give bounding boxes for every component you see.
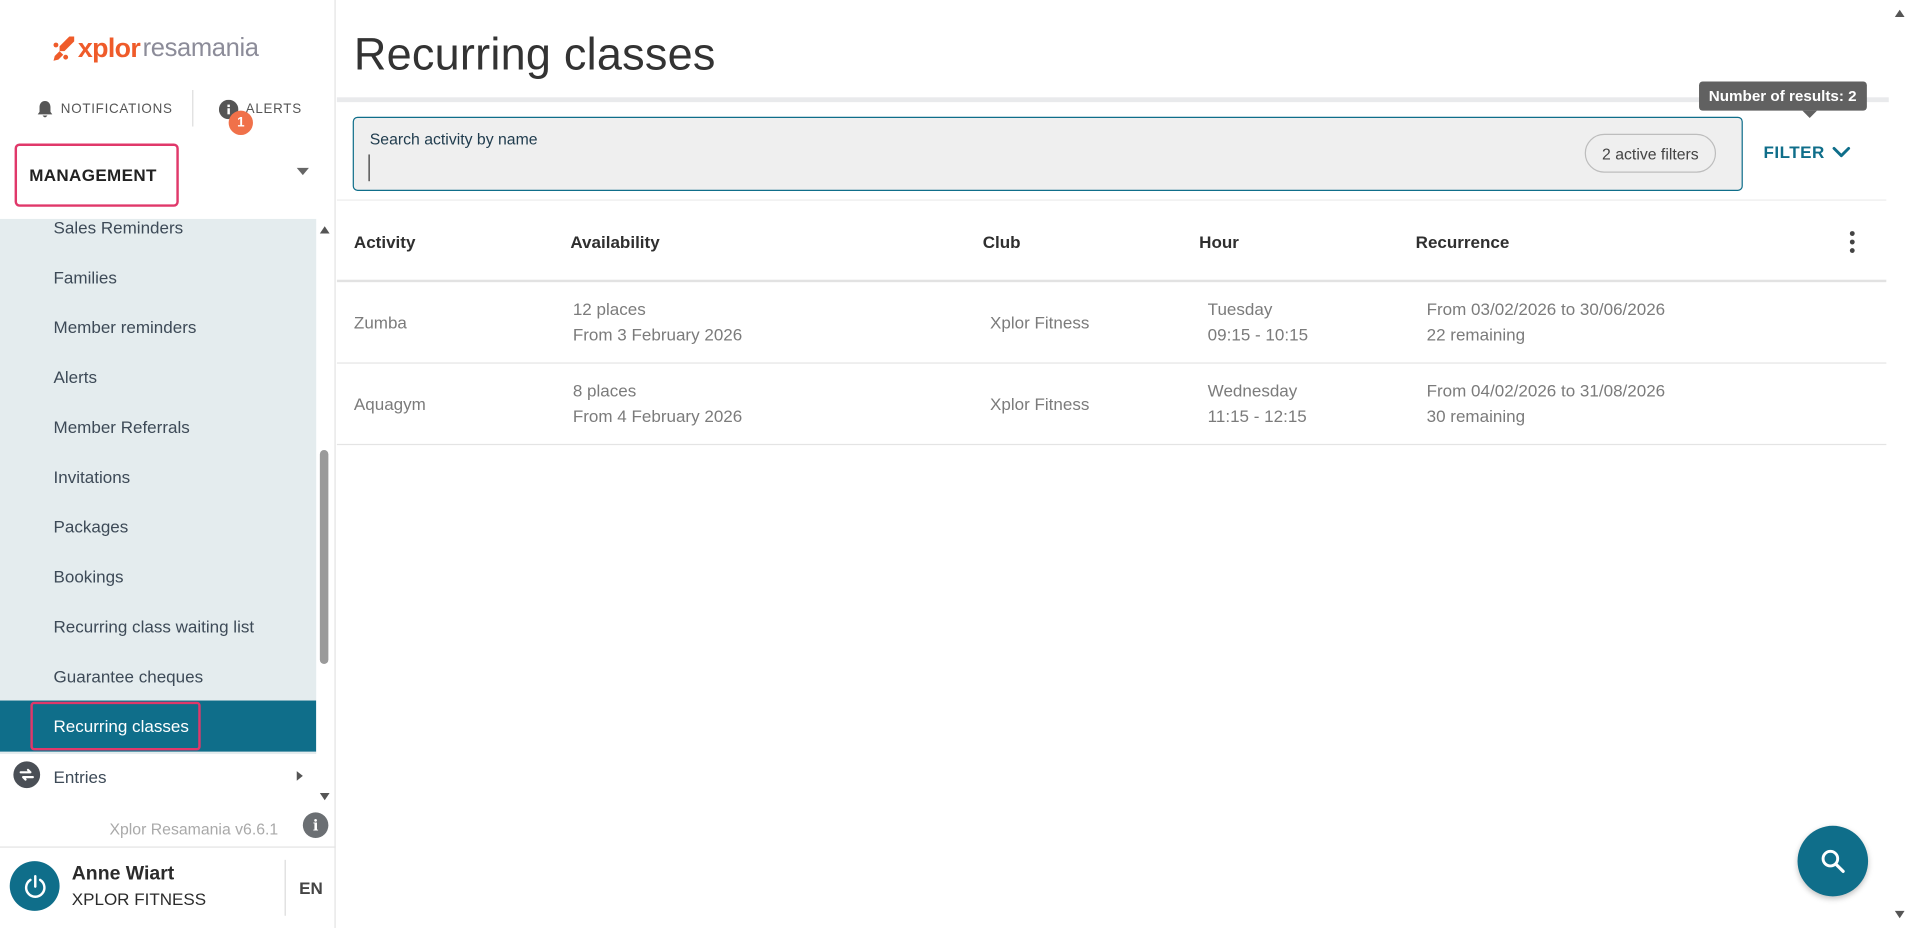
cell-activity: Aquagym bbox=[353, 394, 426, 414]
menu-item-invitations[interactable]: Invitations bbox=[54, 467, 131, 486]
cell-remaining: 22 remaining bbox=[1426, 324, 1526, 345]
cell-day: Tuesday bbox=[1207, 299, 1273, 319]
menu-item-member-referrals[interactable]: Member Referrals bbox=[54, 417, 190, 436]
filter-button[interactable]: FILTER bbox=[1763, 142, 1851, 162]
cell-time: 11:15 - 12:15 bbox=[1207, 406, 1307, 426]
cell-hour: Wednesday 11:15 - 12:15 bbox=[1208, 378, 1307, 429]
more-vert-icon[interactable] bbox=[1849, 231, 1856, 253]
menu-item-member-reminders[interactable]: Member reminders bbox=[54, 317, 197, 336]
cell-recurrence-range: From 03/02/2026 to 30/06/2026 bbox=[1426, 299, 1666, 319]
scroll-up-arrow-icon[interactable] bbox=[319, 226, 330, 234]
alerts-label: ALERTS bbox=[245, 102, 302, 117]
table-header: Activity Availability Club Hour Recurren… bbox=[336, 199, 1887, 283]
user-bar-divider bbox=[284, 859, 286, 916]
scroll-down-arrow-icon[interactable] bbox=[319, 792, 330, 801]
scrollbar-thumb[interactable] bbox=[319, 449, 329, 665]
filter-button-label: FILTER bbox=[1763, 142, 1825, 162]
management-menu: Sales Reminders Families Member reminder… bbox=[0, 218, 317, 755]
cell-recurrence: From 03/02/2026 to 30/06/2026 22 remaini… bbox=[1427, 297, 1666, 348]
column-header-club[interactable]: Club bbox=[983, 232, 1021, 251]
caret-right-icon bbox=[296, 771, 303, 781]
brand-name-primary: xplor bbox=[77, 32, 141, 64]
top-links-divider bbox=[192, 89, 194, 127]
exchange-icon bbox=[13, 761, 41, 789]
cell-places: 8 places bbox=[572, 380, 637, 401]
cell-availability: 8 places From 4 February 2026 bbox=[573, 378, 742, 429]
column-header-activity[interactable]: Activity bbox=[354, 232, 416, 251]
scroll-down-arrow-icon[interactable] bbox=[1894, 910, 1905, 919]
search-field[interactable]: Search activity by name 2 active filters bbox=[352, 116, 1743, 191]
search-icon bbox=[1821, 849, 1845, 873]
caret-down-icon bbox=[296, 167, 309, 176]
tooltip-arrow bbox=[1802, 110, 1818, 118]
top-links: NOTIFICATIONS ALERTS bbox=[0, 89, 336, 129]
menu-item-alerts[interactable]: Alerts bbox=[54, 367, 98, 386]
app-version: Xplor Resamania v6.6.1 bbox=[109, 819, 279, 838]
user-name: Anne Wiart bbox=[71, 863, 175, 885]
version-info-icon[interactable]: i bbox=[302, 812, 329, 838]
bell-icon bbox=[37, 100, 53, 118]
menu-item-recurring-classes-label: Recurring classes bbox=[53, 716, 189, 736]
search-input[interactable] bbox=[368, 154, 1573, 182]
logout-button[interactable] bbox=[9, 861, 60, 911]
column-header-hour[interactable]: Hour bbox=[1199, 232, 1239, 251]
active-filters-chip[interactable]: 2 active filters bbox=[1584, 133, 1717, 173]
search-fab-button[interactable] bbox=[1797, 825, 1869, 897]
title-divider bbox=[336, 97, 1889, 103]
notifications-link[interactable]: NOTIFICATIONS bbox=[36, 100, 172, 119]
cell-club: Xplor Fitness bbox=[989, 394, 1090, 414]
column-header-availability[interactable]: Availability bbox=[570, 232, 659, 251]
cell-recurrence: From 04/02/2026 to 31/08/2026 30 remaini… bbox=[1427, 378, 1666, 429]
sidebar: xplor resamania NOTIFICATIONS ALERTS 1 M… bbox=[0, 0, 336, 928]
brand-name-secondary: resamania bbox=[142, 34, 259, 63]
notifications-label: NOTIFICATIONS bbox=[60, 102, 173, 117]
management-section-toggle[interactable]: MANAGEMENT bbox=[14, 143, 321, 212]
menu-item-sales-reminders[interactable]: Sales Reminders bbox=[54, 219, 184, 237]
results-count-tooltip: Number of results: 2 bbox=[1699, 81, 1867, 111]
entries-label: Entries bbox=[53, 767, 107, 787]
cell-day: Wednesday bbox=[1207, 380, 1298, 401]
page-scrollbar[interactable] bbox=[1891, 0, 1907, 928]
column-header-recurrence[interactable]: Recurrence bbox=[1416, 232, 1510, 251]
alerts-count-badge: 1 bbox=[228, 110, 253, 135]
language-switcher[interactable]: EN bbox=[299, 878, 323, 897]
menu-item-guarantee-cheques[interactable]: Guarantee cheques bbox=[54, 666, 204, 685]
cell-availability: 12 places From 3 February 2026 bbox=[573, 297, 742, 348]
brand-logo[interactable]: xplor resamania bbox=[51, 32, 259, 66]
cell-time: 09:15 - 10:15 bbox=[1207, 324, 1309, 345]
table-row[interactable]: Aquagym 8 places From 4 February 2026 Xp… bbox=[336, 365, 1887, 446]
menu-item-families[interactable]: Families bbox=[54, 268, 117, 287]
user-bar: Anne Wiart XPLOR FITNESS EN bbox=[0, 846, 336, 927]
power-icon bbox=[24, 874, 45, 898]
page-title: Recurring classes bbox=[353, 29, 716, 80]
rocket-logo-icon bbox=[53, 36, 75, 61]
cell-activity: Zumba bbox=[353, 312, 407, 333]
cell-start-date: From 4 February 2026 bbox=[572, 406, 743, 426]
cell-remaining: 30 remaining bbox=[1426, 406, 1526, 426]
management-label: MANAGEMENT bbox=[29, 165, 157, 185]
chevron-down-icon bbox=[1833, 146, 1851, 158]
menu-item-packages[interactable]: Packages bbox=[54, 517, 129, 536]
search-label: Search activity by name bbox=[369, 130, 538, 149]
user-club: XPLOR FITNESS bbox=[71, 889, 207, 909]
scroll-up-arrow-icon[interactable] bbox=[1894, 9, 1905, 18]
cell-places: 12 places bbox=[572, 299, 646, 319]
menu-item-bookings[interactable]: Bookings bbox=[54, 567, 124, 586]
cell-club: Xplor Fitness bbox=[989, 312, 1090, 333]
cell-recurrence-range: From 04/02/2026 to 31/08/2026 bbox=[1426, 380, 1666, 401]
menu-item-recurring-class-waiting-list[interactable]: Recurring class waiting list bbox=[54, 617, 255, 636]
main-content: Recurring classes Search activity by nam… bbox=[336, 0, 1907, 928]
cell-hour: Tuesday 09:15 - 10:15 bbox=[1208, 297, 1308, 348]
menu-section-entries[interactable]: Entries bbox=[0, 756, 316, 797]
cell-start-date: From 3 February 2026 bbox=[572, 324, 743, 345]
sidebar-scrollbar[interactable] bbox=[316, 219, 335, 805]
table-row[interactable]: Zumba 12 places From 3 February 2026 Xpl… bbox=[336, 283, 1887, 364]
